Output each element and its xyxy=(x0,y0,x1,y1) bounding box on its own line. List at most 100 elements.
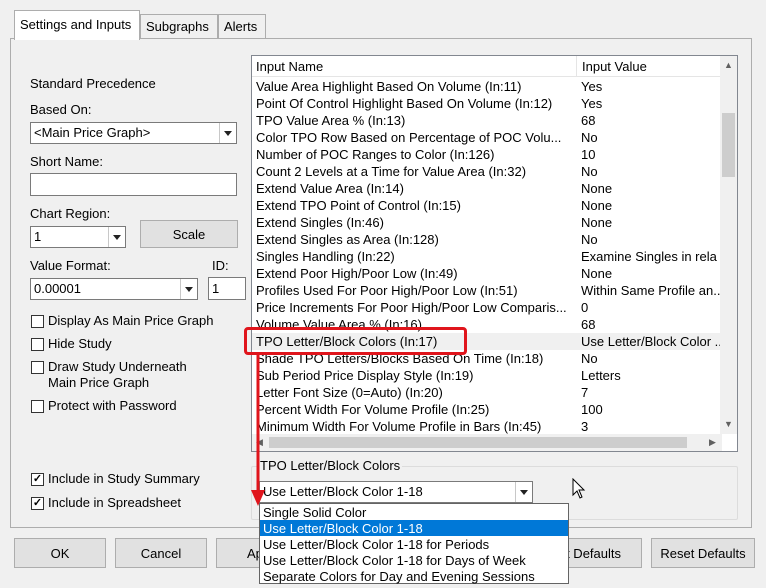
column-header-input-value[interactable]: Input Value xyxy=(582,59,647,74)
table-row[interactable]: Letter Font Size (0=Auto) (In:20) 7 xyxy=(252,384,722,401)
table-row[interactable]: Value Area Highlight Based On Volume (In… xyxy=(252,78,722,95)
cancel-button-label: Cancel xyxy=(140,545,182,561)
input-value-cell[interactable]: 10 xyxy=(581,147,721,162)
short-name-label: Short Name: xyxy=(30,154,103,169)
input-value-cell[interactable]: None xyxy=(581,266,721,281)
column-header-input-name[interactable]: Input Name xyxy=(256,59,323,74)
input-value-cell[interactable]: None xyxy=(581,215,721,230)
horizontal-scrollbar[interactable]: ◀ ▶ xyxy=(252,434,722,451)
chevron-down-icon xyxy=(219,123,236,143)
option-color-for-days-of-week[interactable]: Use Letter/Block Color 1-18 for Days of … xyxy=(260,552,568,568)
tab-label: Subgraphs xyxy=(146,19,209,34)
table-row[interactable]: Count 2 Levels at a Time for Value Area … xyxy=(252,163,722,180)
annotation-arrow-icon xyxy=(251,354,265,506)
ok-button[interactable]: OK xyxy=(14,538,106,568)
scroll-right-icon[interactable]: ▶ xyxy=(709,438,716,447)
table-row[interactable]: Extend TPO Point of Control (In:15) None xyxy=(252,197,722,214)
option-separate-day-evening[interactable]: Separate Colors for Day and Evening Sess… xyxy=(260,568,568,584)
table-row[interactable]: Extend Value Area (In:14) None xyxy=(252,180,722,197)
based-on-label: Based On: xyxy=(30,102,92,117)
chart-region-dropdown[interactable]: 1 xyxy=(30,226,126,248)
scale-button[interactable]: Scale xyxy=(140,220,238,248)
input-name-cell: Extend Singles as Area (In:128) xyxy=(256,232,439,247)
table-row[interactable]: Minimum Width For Volume Profile in Bars… xyxy=(252,418,722,435)
include-in-spreadsheet-checkbox[interactable]: ✓ xyxy=(31,497,44,510)
table-row[interactable]: Profiles Used For Poor High/Poor Low (In… xyxy=(252,282,722,299)
short-name-input[interactable] xyxy=(30,173,237,196)
value-format-value: 0.00001 xyxy=(34,281,81,296)
chart-region-label: Chart Region: xyxy=(30,206,111,221)
table-row[interactable]: Singles Handling (In:22) Examine Singles … xyxy=(252,248,722,265)
input-name-cell: Value Area Highlight Based On Volume (In… xyxy=(256,79,522,94)
table-row[interactable]: Extend Singles as Area (In:128) No xyxy=(252,231,722,248)
table-row[interactable]: Price Increments For Poor High/Poor Low … xyxy=(252,299,722,316)
input-name-cell: Profiles Used For Poor High/Poor Low (In… xyxy=(256,283,518,298)
scroll-up-icon[interactable]: ▲ xyxy=(724,61,733,70)
column-divider[interactable] xyxy=(576,56,577,77)
grid-header: Input Name Input Value xyxy=(252,56,722,77)
draw-study-underneath-checkbox[interactable] xyxy=(31,361,44,374)
input-value-cell[interactable]: 100 xyxy=(581,402,721,417)
cancel-button[interactable]: Cancel xyxy=(115,538,207,568)
hide-study-checkbox[interactable] xyxy=(31,338,44,351)
option-color-for-periods[interactable]: Use Letter/Block Color 1-18 for Periods xyxy=(260,536,568,552)
table-row[interactable]: Sub Period Price Display Style (In:19) Le… xyxy=(252,367,722,384)
selected-input-dropdown[interactable]: Use Letter/Block Color 1-18 xyxy=(259,481,533,503)
input-value-cell[interactable]: 3 xyxy=(581,419,721,434)
annotation-highlight-box xyxy=(244,327,467,355)
table-row[interactable]: Number of POC Ranges to Color (In:126) 10 xyxy=(252,146,722,163)
protect-with-password-label: Protect with Password xyxy=(48,398,177,413)
input-name-cell: Count 2 Levels at a Time for Value Area … xyxy=(256,164,527,179)
display-as-main-price-graph-checkbox[interactable] xyxy=(31,315,44,328)
id-value: 1 xyxy=(212,281,220,296)
input-value-cell[interactable]: Letters xyxy=(581,368,721,383)
table-row[interactable]: Extend Singles (In:46) None xyxy=(252,214,722,231)
tab-alerts[interactable]: Alerts xyxy=(218,14,266,38)
input-value-cell[interactable]: No xyxy=(581,164,721,179)
tab-label: Alerts xyxy=(224,19,258,34)
option-single-solid-color[interactable]: Single Solid Color xyxy=(260,504,568,520)
reset-defaults-button[interactable]: Reset Defaults xyxy=(651,538,755,568)
value-format-dropdown[interactable]: 0.00001 xyxy=(30,278,198,300)
tab-subgraphs[interactable]: Subgraphs xyxy=(140,14,218,38)
vertical-scrollbar[interactable]: ▲ ▼ xyxy=(720,56,737,434)
table-row[interactable]: Point Of Control Highlight Based On Volu… xyxy=(252,95,722,112)
input-value-cell[interactable]: 68 xyxy=(581,113,721,128)
input-value-cell[interactable]: Within Same Profile an... xyxy=(581,283,721,298)
input-value-cell[interactable]: None xyxy=(581,181,721,196)
input-value-cell[interactable]: Yes xyxy=(581,96,721,111)
input-value-cell[interactable]: No xyxy=(581,232,721,247)
input-value-cell[interactable]: No xyxy=(581,130,721,145)
selected-input-options-list[interactable]: Single Solid Color Use Letter/Block Colo… xyxy=(259,503,569,584)
option-use-letter-block-color[interactable]: Use Letter/Block Color 1-18 xyxy=(260,520,568,536)
scroll-down-icon[interactable]: ▼ xyxy=(724,420,733,429)
scrollbar-thumb[interactable] xyxy=(269,437,687,448)
tab-settings-and-inputs[interactable]: Settings and Inputs xyxy=(14,10,140,40)
table-row[interactable]: Extend Poor High/Poor Low (In:49) None xyxy=(252,265,722,282)
chevron-down-icon xyxy=(108,227,125,247)
input-name-cell: TPO Value Area % (In:13) xyxy=(256,113,406,128)
display-as-main-price-graph-label: Display As Main Price Graph xyxy=(48,313,214,328)
id-input[interactable]: 1 xyxy=(208,277,246,300)
input-value-cell[interactable]: Yes xyxy=(581,79,721,94)
table-row[interactable]: Percent Width For Volume Profile (In:25)… xyxy=(252,401,722,418)
based-on-dropdown[interactable]: <Main Price Graph> xyxy=(30,122,237,144)
input-value-cell[interactable]: 68 xyxy=(581,317,721,332)
chevron-down-icon xyxy=(515,482,532,502)
input-name-cell: Letter Font Size (0=Auto) (In:20) xyxy=(256,385,443,400)
table-row[interactable]: Color TPO Row Based on Percentage of POC… xyxy=(252,129,722,146)
input-value-cell[interactable]: 0 xyxy=(581,300,721,315)
protect-with-password-checkbox[interactable] xyxy=(31,400,44,413)
input-value-cell[interactable]: None xyxy=(581,198,721,213)
tab-label: Settings and Inputs xyxy=(20,17,132,32)
input-value-cell[interactable]: Use Letter/Block Color ... xyxy=(581,334,721,349)
scrollbar-thumb[interactable] xyxy=(722,113,735,177)
input-value-cell[interactable]: No xyxy=(581,351,721,366)
include-in-study-summary-checkbox[interactable]: ✓ xyxy=(31,473,44,486)
include-in-spreadsheet-label: Include in Spreadsheet xyxy=(48,495,181,510)
ok-button-label: OK xyxy=(50,545,70,561)
input-value-cell[interactable]: 7 xyxy=(581,385,721,400)
table-row[interactable]: TPO Value Area % (In:13) 68 xyxy=(252,112,722,129)
input-value-cell[interactable]: Examine Singles in rela xyxy=(581,249,721,264)
inputs-grid[interactable]: Input Name Input Value Value Area Highli… xyxy=(251,55,738,452)
